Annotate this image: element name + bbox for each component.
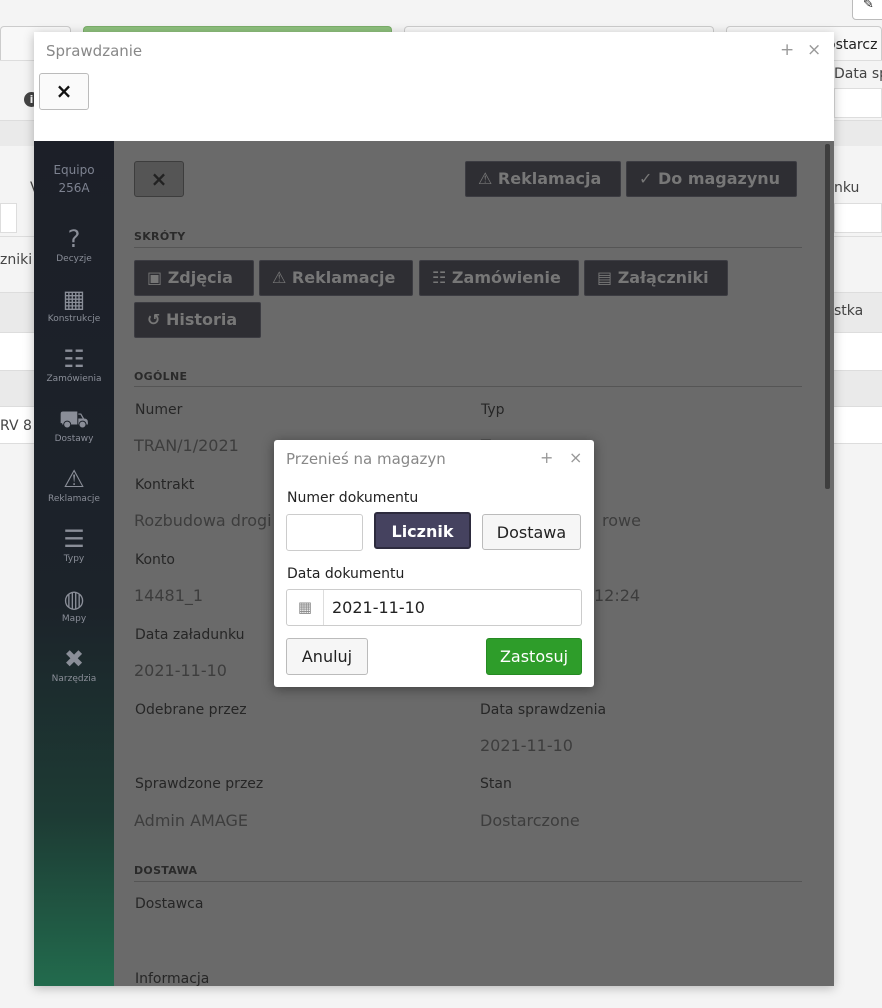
- kontrakt-label: Kontrakt: [135, 477, 195, 493]
- dialog-title: Przenieś na magazyn: [286, 450, 446, 468]
- section-divider: [134, 386, 802, 387]
- background-text-right: nku: [834, 180, 860, 196]
- sidebar: Equipo 256A ? Decyzje ▦ Konstrukcje ☷ Za…: [34, 141, 114, 986]
- edit-icon: ✎: [863, 0, 874, 12]
- background-text-left: zniki: [0, 252, 33, 268]
- truck-icon: ⛟: [58, 405, 90, 433]
- historia-button[interactable]: ↺ Historia: [134, 302, 261, 338]
- section-divider: [134, 881, 802, 882]
- data-zaladunku-label: Data załadunku: [135, 627, 245, 643]
- content-scrollbar[interactable]: [825, 144, 830, 489]
- sidebar-item-dostawy[interactable]: ⛟ Dostawy: [34, 404, 114, 444]
- background-row-text: RV 8: [0, 418, 32, 434]
- general-title: OGÓLNE: [134, 370, 188, 383]
- warning-icon: ⚠: [272, 268, 287, 287]
- background-column-2: stka: [834, 303, 864, 319]
- data-sprawdzenia-label: Data sprawdzenia: [480, 702, 607, 718]
- numer-value: TRAN/1/2021: [134, 436, 239, 455]
- typ-label: Typ: [481, 402, 505, 418]
- abacus-icon: ☷: [432, 268, 447, 287]
- shortcuts-title: SKRÓTY: [134, 230, 186, 243]
- stan-value: Dostarczone: [480, 811, 580, 830]
- data-zaladunku-value: 2021-11-10: [134, 661, 227, 680]
- cancel-button[interactable]: Anuluj: [286, 638, 368, 675]
- pin-icon[interactable]: +: [540, 448, 553, 467]
- file-icon: ▤: [597, 268, 613, 287]
- dostawa-button[interactable]: Dostawa: [482, 514, 581, 550]
- content-close-button[interactable]: ×: [134, 161, 184, 197]
- sidebar-item-reklamacje[interactable]: ⚠ Reklamacje: [34, 464, 114, 504]
- dostawca-label: Dostawca: [135, 896, 204, 912]
- background-column-label: Data sp: [834, 66, 882, 82]
- sidebar-brand[interactable]: Equipo 256A: [34, 161, 114, 197]
- informacja-label: Informacja: [135, 971, 210, 986]
- data-dokumentu-input[interactable]: ▦ 2021-11-10: [286, 589, 582, 626]
- abacus-icon: ☷: [63, 345, 85, 373]
- reklamacja-button[interactable]: ⚠ Reklamacja: [465, 161, 621, 197]
- building-icon: ▦: [62, 285, 86, 313]
- stan-label: Stan: [480, 776, 512, 792]
- background-edit-button[interactable]: ✎: [852, 0, 882, 20]
- data-dokumentu-value: 2021-11-10: [332, 598, 425, 617]
- sidebar-item-mapy[interactable]: ◍ Mapy: [34, 584, 114, 624]
- check-icon: ✓: [639, 169, 653, 188]
- delivery-title: DOSTAWA: [134, 864, 198, 877]
- history-icon: ↺: [147, 310, 161, 329]
- pin-icon[interactable]: +: [780, 40, 794, 60]
- numer-dokumentu-input[interactable]: [286, 514, 363, 551]
- zdjecia-button[interactable]: ▣ Zdjęcia: [134, 260, 254, 296]
- background-input-right[interactable]: [834, 203, 882, 233]
- zamowienie-button[interactable]: ☷ Zamówienie: [419, 260, 579, 296]
- warning-icon: ⚠: [63, 465, 85, 493]
- warning-icon: ⚠: [478, 169, 493, 188]
- modal-close-button[interactable]: ×: [39, 73, 89, 110]
- sprawdzone-label: Sprawdzone przez: [135, 776, 264, 792]
- reklamacje-button[interactable]: ⚠ Reklamacje: [259, 260, 413, 296]
- data-sprawdzenia-value: 2021-11-10: [480, 736, 573, 755]
- image-icon: ▣: [147, 268, 163, 287]
- konto-value: 14481_1: [134, 586, 204, 605]
- question-icon: ?: [67, 225, 81, 253]
- licznik-button[interactable]: Licznik: [374, 512, 471, 549]
- list-icon: ☰: [63, 525, 85, 553]
- sidebar-item-konstrukcje[interactable]: ▦ Konstrukcje: [34, 284, 114, 324]
- sidebar-item-narzedzia[interactable]: ✖ Narzędzia: [34, 644, 114, 684]
- do-magazynu-button[interactable]: ✓ Do magazynu: [626, 161, 797, 197]
- sidebar-item-zamowienia[interactable]: ☷ Zamówienia: [34, 344, 114, 384]
- sidebar-item-typy[interactable]: ☰ Typy: [34, 524, 114, 564]
- close-icon[interactable]: ×: [807, 40, 821, 60]
- zalaczniki-button[interactable]: ▤ Załączniki: [584, 260, 728, 296]
- background-top-bar: [0, 0, 882, 24]
- odebrane-label: Odebrane przez: [135, 702, 247, 718]
- close-icon[interactable]: ×: [569, 448, 582, 467]
- numer-label: Numer: [135, 402, 183, 418]
- background-input-left[interactable]: [0, 203, 17, 233]
- konto-right-value: 12:24: [594, 586, 641, 605]
- globe-icon: ◍: [63, 585, 85, 613]
- sprawdzone-value: Admin AMAGE: [134, 811, 248, 830]
- section-divider: [134, 247, 802, 248]
- konto-label: Konto: [135, 552, 175, 568]
- kontrakt-value: Rozbudowa drogi w: [134, 511, 290, 530]
- sidebar-item-decyzje[interactable]: ? Decyzje: [34, 224, 114, 264]
- modal-header: Sprawdzanie + ×: [34, 32, 834, 68]
- modal-title: Sprawdzanie: [46, 42, 143, 60]
- background-filter-input[interactable]: [834, 88, 882, 118]
- kontrakt-right-value: rowe: [602, 511, 641, 530]
- tools-icon: ✖: [63, 645, 85, 673]
- calendar-icon[interactable]: ▦: [287, 590, 324, 625]
- numer-dokumentu-label: Numer dokumentu: [287, 490, 419, 506]
- apply-button[interactable]: Zastosuj: [486, 638, 582, 675]
- data-dokumentu-label: Data dokumentu: [287, 566, 405, 582]
- move-to-warehouse-dialog: Przenieś na magazyn + × Numer dokumentu …: [274, 440, 594, 687]
